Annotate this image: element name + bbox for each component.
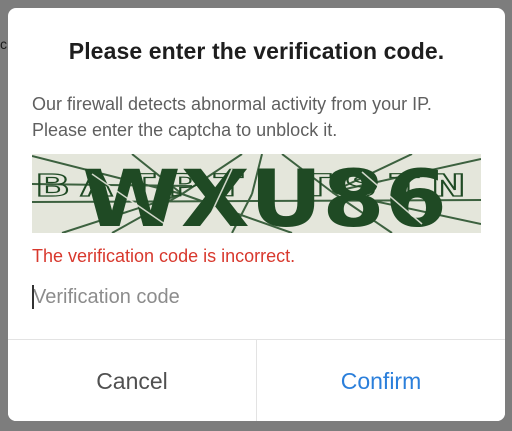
confirm-button[interactable]: Confirm <box>257 340 505 421</box>
error-message: The verification code is incorrect. <box>32 246 296 266</box>
dialog-footer: Cancel Confirm <box>8 339 505 421</box>
captcha-main-text: WXU86 <box>82 155 447 233</box>
backdrop-text-fragment: c <box>0 36 7 52</box>
captcha-graphic: BATPT TSTN WXU86 <box>32 154 481 233</box>
dialog-message: Our firewall detects abnormal activity f… <box>32 91 487 143</box>
text-cursor <box>32 285 34 309</box>
message-line-1: Our firewall detects abnormal activity f… <box>32 94 432 114</box>
captcha-dialog: Please enter the verification code. Our … <box>8 8 505 421</box>
message-line-2: Please enter the captcha to unblock it. <box>32 120 338 140</box>
dialog-title: Please enter the verification code. <box>68 38 445 64</box>
cancel-button[interactable]: Cancel <box>8 340 257 421</box>
verification-code-input[interactable] <box>31 281 483 313</box>
captcha-image: BATPT TSTN WXU86 <box>32 154 481 233</box>
